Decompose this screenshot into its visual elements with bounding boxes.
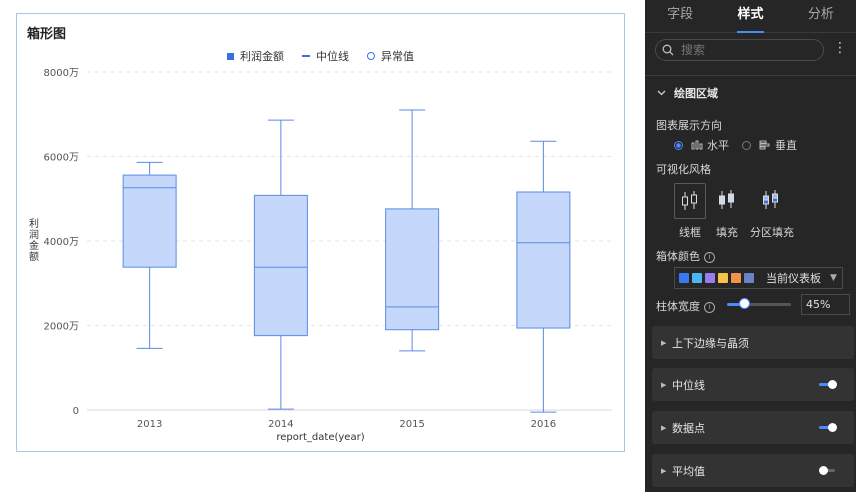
wireframe-box-icon xyxy=(682,191,697,210)
style-label-filled: 填充 xyxy=(716,226,738,239)
tab-analysis[interactable]: 分析 xyxy=(786,0,856,32)
bar-width-label-row: 柱体宽度 i xyxy=(656,298,715,314)
section-plot-area-header[interactable]: 绘图区域 xyxy=(657,85,718,101)
tab-style[interactable]: 样式 xyxy=(715,0,785,33)
median-toggle[interactable] xyxy=(819,380,837,389)
palette-swatch xyxy=(679,273,689,283)
mean-toggle[interactable] xyxy=(819,466,837,475)
direction-vertical-label: 垂直 xyxy=(775,139,797,152)
palette-text: 当前仪表板 xyxy=(766,272,821,285)
radio-horizontal[interactable] xyxy=(674,140,683,150)
box-color-label-row: 箱体颜色 i xyxy=(656,248,715,264)
horizontal-box-icon xyxy=(691,140,703,150)
filled-box-icon xyxy=(719,190,734,209)
direction-label: 图表展示方向 xyxy=(656,119,722,132)
bar-width-slider[interactable] xyxy=(727,298,791,309)
palette-swatch xyxy=(705,273,715,283)
y-tick-label: 4000万 xyxy=(44,237,79,248)
section-median-title: 中位线 xyxy=(672,378,705,392)
y-tick-label: 8000万 xyxy=(44,68,79,79)
section-mean[interactable]: ▶ 平均值 xyxy=(652,454,854,487)
palette-swatch xyxy=(731,273,741,283)
vertical-box-icon xyxy=(759,140,770,150)
chart-canvas: 箱形图 利润金额 中位线 异常值 利润金额 report_date(year) … xyxy=(0,0,645,492)
x-tick-label: 2015 xyxy=(399,419,424,430)
search-input[interactable] xyxy=(679,42,813,58)
box-plot-svg: 0 2000万 4000万 6000万 8000万 2013 2014 2015 2016 xyxy=(44,68,612,430)
style-label: 可视化风格 xyxy=(656,163,711,176)
divider xyxy=(645,75,856,76)
style-panel: 字段 样式 分析 ⋮ 绘图区域 图表展示方向 水平 垂直 xyxy=(645,0,856,492)
style-option-zoned-fill[interactable] xyxy=(756,183,786,217)
palette-swatch xyxy=(744,273,754,283)
palette-select[interactable]: 当前仪表板 ▼ xyxy=(674,267,843,289)
radio-vertical[interactable] xyxy=(742,140,751,150)
section-whiskers[interactable]: ▶ 上下边缘与晶须 xyxy=(652,326,854,359)
bar-width-input[interactable]: 45% xyxy=(801,294,850,315)
slider-handle[interactable] xyxy=(739,298,751,309)
caret-down-icon: ▼ xyxy=(830,273,837,283)
zoned-fill-box-icon xyxy=(763,190,778,209)
tab-fields[interactable]: 字段 xyxy=(645,0,715,32)
box-body xyxy=(516,191,571,329)
x-tick-label: 2016 xyxy=(531,419,556,430)
palette-swatch xyxy=(692,273,702,283)
caret-right-icon: ▶ xyxy=(661,338,667,347)
caret-right-icon: ▶ xyxy=(661,423,667,432)
box-body xyxy=(253,194,308,337)
style-option-wireframe[interactable] xyxy=(674,183,706,219)
y-tick-label: 2000万 xyxy=(44,322,79,333)
info-icon[interactable]: i xyxy=(704,301,715,313)
caret-right-icon: ▶ xyxy=(661,380,667,389)
bar-width-label: 柱体宽度 xyxy=(656,300,700,313)
panel-tabs: 字段 样式 分析 xyxy=(645,0,856,33)
section-whiskers-title: 上下边缘与晶须 xyxy=(672,336,749,350)
direction-horizontal-label: 水平 xyxy=(707,139,729,152)
x-tick-label: 2014 xyxy=(268,419,293,430)
more-options-icon[interactable]: ⋮ xyxy=(833,40,847,56)
style-label-zoned-fill: 分区填充 xyxy=(750,226,794,239)
data-points-toggle[interactable] xyxy=(819,423,837,432)
style-label-wireframe: 线框 xyxy=(679,226,701,239)
chevron-down-icon xyxy=(657,90,666,96)
palette-swatch xyxy=(718,273,728,283)
y-tick-label: 0 xyxy=(73,406,79,417)
section-data-points[interactable]: ▶ 数据点 xyxy=(652,411,854,444)
caret-right-icon: ▶ xyxy=(661,466,667,475)
box-color-label: 箱体颜色 xyxy=(656,250,700,263)
x-tick-label: 2013 xyxy=(137,419,162,430)
box-body xyxy=(122,174,177,268)
section-data-points-title: 数据点 xyxy=(672,421,705,435)
search-icon xyxy=(662,44,674,56)
info-icon[interactable]: i xyxy=(704,251,715,263)
section-mean-title: 平均值 xyxy=(672,464,705,478)
style-option-filled[interactable] xyxy=(712,183,742,217)
box-body xyxy=(385,208,440,331)
y-tick-label: 6000万 xyxy=(44,153,79,164)
direction-radio-group: 水平 垂直 xyxy=(674,137,797,153)
search-box[interactable] xyxy=(655,39,824,61)
section-title: 绘图区域 xyxy=(674,87,718,100)
section-median-line[interactable]: ▶ 中位线 xyxy=(652,368,854,401)
